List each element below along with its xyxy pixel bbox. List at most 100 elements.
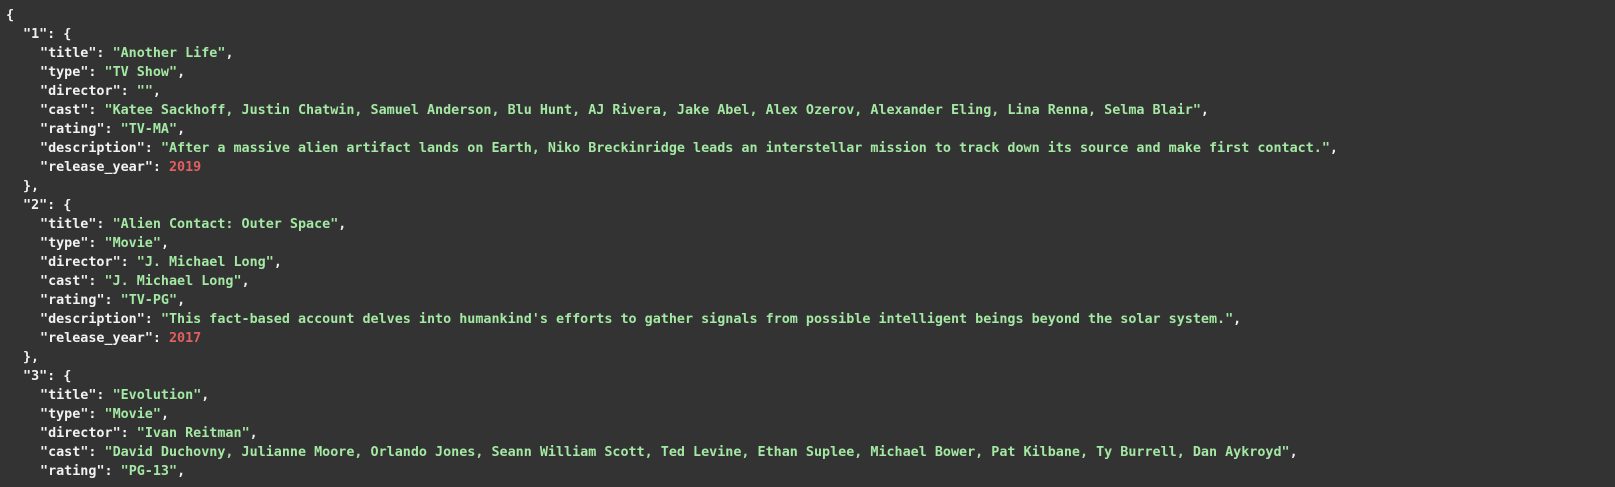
comma: ,: [177, 65, 186, 80]
quote: ": [169, 464, 178, 479]
quote: ": [40, 46, 49, 61]
quote: ": [120, 122, 129, 137]
comma: ,: [1233, 312, 1242, 327]
field-key: release_year: [48, 160, 145, 175]
field-key: rating: [48, 293, 97, 308]
field-key: rating: [48, 464, 97, 479]
record-open: ": {: [39, 27, 72, 42]
quote: ": [136, 426, 145, 441]
field-key: title: [48, 46, 89, 61]
quote: ": [233, 274, 242, 289]
colon: ":: [112, 84, 137, 99]
field-row: "rating": "PG-13",: [6, 462, 1615, 481]
field-key: type: [48, 65, 81, 80]
comma: ,: [1289, 445, 1298, 460]
quote: ": [23, 27, 32, 42]
record-header: "3": {: [6, 367, 1615, 386]
field-value-string: David Duchovny, Julianne Moore, Orlando …: [112, 445, 1282, 460]
quote: ": [136, 255, 145, 270]
colon: ":: [80, 445, 105, 460]
quote: ": [104, 445, 113, 460]
record-id: 2: [31, 198, 40, 213]
field-row: "title": "Alien Contact: Outer Space",: [6, 215, 1615, 234]
comma: ,: [160, 236, 169, 251]
comma: ,: [177, 293, 186, 308]
quote: ": [112, 388, 121, 403]
quote: ": [169, 293, 178, 308]
comma: ,: [177, 464, 186, 479]
quote: ": [104, 407, 113, 422]
field-row: "release_year": 2017: [6, 329, 1615, 348]
quote: ": [144, 84, 153, 99]
quote: ": [40, 293, 49, 308]
colon: ":: [88, 217, 113, 232]
quote: ": [40, 255, 49, 270]
quote: ": [169, 65, 178, 80]
field-value-string: After a massive alien artifact lands on …: [169, 141, 1322, 156]
comma: ,: [225, 46, 234, 61]
quote: ": [40, 160, 49, 175]
field-value-string: J. Michael Long: [144, 255, 266, 270]
record-id: 1: [31, 27, 40, 42]
field-key: rating: [48, 122, 97, 137]
field-key: description: [48, 312, 137, 327]
colon: ":: [80, 407, 105, 422]
quote: ": [169, 122, 178, 137]
field-row: "cast": "J. Michael Long",: [6, 272, 1615, 291]
quote: ": [160, 141, 169, 156]
field-row: "description": "This fact-based account …: [6, 310, 1615, 329]
field-row: "rating": "TV-PG",: [6, 291, 1615, 310]
field-row: "description": "After a massive alien ar…: [6, 139, 1615, 158]
quote: ": [152, 236, 161, 251]
brace: },: [23, 179, 40, 194]
quote: ": [120, 464, 129, 479]
colon: ":: [96, 293, 121, 308]
colon: ":: [88, 388, 113, 403]
field-value-string: Ivan Reitman: [144, 426, 242, 441]
field-value-string: TV Show: [112, 65, 169, 80]
field-row: " cast": "David Duchovny, Julianne Moore,…: [6, 443, 1615, 462]
quote: ": [152, 407, 161, 422]
field-key: director: [48, 84, 113, 99]
colon: ":: [144, 160, 169, 175]
field-row: "director": "J. Michael Long",: [6, 253, 1615, 272]
comma: ,: [201, 388, 210, 403]
colon: ":: [80, 65, 105, 80]
quote: ": [40, 84, 49, 99]
quote: ": [40, 141, 49, 156]
field-value-string: Katee Sackhoff, Justin Chatwin, Samuel A…: [112, 103, 1193, 118]
field-row: "director": "Ivan Reitman",: [6, 424, 1615, 443]
quote: ": [23, 369, 32, 384]
comma: ,: [177, 122, 186, 137]
record-header: "2": {: [6, 196, 1615, 215]
field-row: "title": "Evolution",: [6, 386, 1615, 405]
field-value-string: Movie: [112, 236, 153, 251]
record-close: },: [6, 348, 1615, 367]
quote: ": [40, 464, 49, 479]
field-key: type: [48, 236, 81, 251]
colon: ":: [136, 141, 161, 156]
colon: ":: [144, 331, 169, 346]
field-key: cast: [48, 274, 81, 289]
field-row: "director": "",: [6, 82, 1615, 101]
quote: ": [1225, 312, 1234, 327]
quote: ": [40, 236, 49, 251]
field-key: cast: [48, 445, 81, 460]
quote: ": [40, 388, 49, 403]
comma: ,: [1329, 141, 1338, 156]
quote: ": [1281, 445, 1290, 460]
quote: ": [112, 217, 121, 232]
colon: ":: [88, 46, 113, 61]
comma: ,: [1200, 103, 1209, 118]
field-key: title: [48, 217, 89, 232]
field-value-string: TV-MA: [128, 122, 169, 137]
quote: ": [104, 65, 113, 80]
quote: ": [104, 236, 113, 251]
field-value-string: J. Michael Long: [112, 274, 234, 289]
colon: ":: [80, 236, 105, 251]
field-row: "type": "Movie",: [6, 234, 1615, 253]
field-key: title: [48, 388, 89, 403]
quote: ": [241, 426, 250, 441]
field-row: "release_year": 2019: [6, 158, 1615, 177]
quote: ": [160, 312, 169, 327]
